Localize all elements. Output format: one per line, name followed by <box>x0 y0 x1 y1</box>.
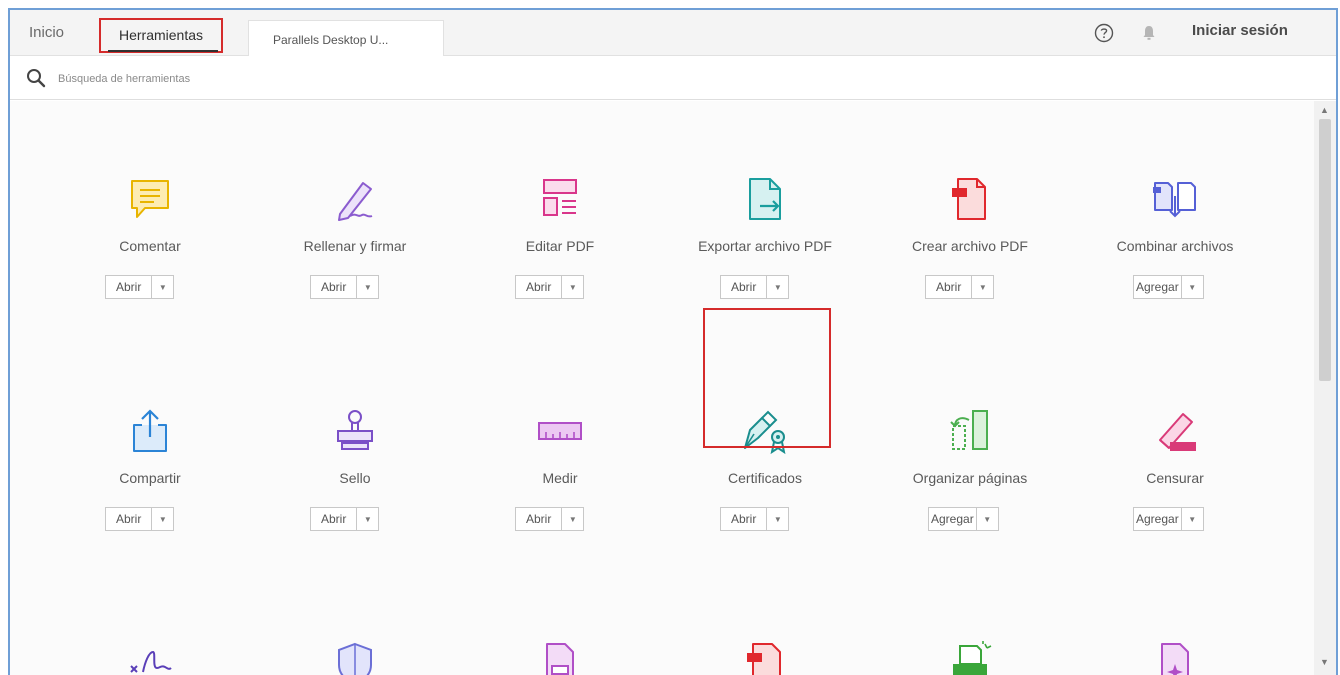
search-icon <box>27 69 46 88</box>
signature-icon[interactable] <box>125 638 175 675</box>
tool-combinar-archivos: Combinar archivos Agregar ▼ <box>1095 174 1255 344</box>
tool-button-group: Abrir ▼ <box>720 507 790 531</box>
sign-in-link[interactable]: Iniciar sesión <box>1192 22 1288 39</box>
chevron-down-icon[interactable]: ▼ <box>1180 276 1203 298</box>
certificate-pen-icon[interactable] <box>740 406 790 456</box>
chevron-down-icon[interactable]: ▼ <box>561 508 584 530</box>
tab-home[interactable]: Inicio <box>29 24 64 41</box>
edit-pdf-icon[interactable] <box>535 174 585 224</box>
tool-button-group: Agregar ▼ <box>928 507 999 531</box>
tool-certificados: Certificados Abrir ▼ <box>685 406 845 576</box>
chevron-down-icon[interactable]: ▼ <box>975 508 998 530</box>
ruler-icon[interactable] <box>535 406 585 456</box>
open-button[interactable]: Abrir <box>106 276 152 298</box>
scroll-up-icon[interactable]: ▲ <box>1320 105 1329 115</box>
chevron-down-icon[interactable]: ▼ <box>356 508 379 530</box>
bell-icon[interactable] <box>1139 23 1159 43</box>
tool-button-group: Agregar ▼ <box>1133 275 1204 299</box>
chevron-down-icon[interactable]: ▼ <box>971 276 994 298</box>
add-button[interactable]: Agregar <box>929 508 976 530</box>
tool-button-group: Abrir ▼ <box>515 275 585 299</box>
app-window: Inicio Herramientas Parallels Desktop U.… <box>8 8 1338 675</box>
organize-pages-icon[interactable] <box>945 406 995 456</box>
tool-button-group: Abrir ▼ <box>515 507 585 531</box>
open-button[interactable]: Abrir <box>516 508 562 530</box>
tool-compartir: Compartir Abrir ▼ <box>70 406 230 576</box>
tool-name: Editar PDF <box>525 238 595 254</box>
tool-name: Sello <box>339 470 371 486</box>
pdf-document-icon[interactable] <box>740 638 790 675</box>
open-button[interactable]: Abrir <box>311 276 357 298</box>
combine-files-icon[interactable] <box>1150 174 1200 224</box>
chevron-down-icon[interactable]: ▼ <box>561 276 584 298</box>
open-button[interactable]: Abrir <box>721 276 767 298</box>
rich-media-icon[interactable] <box>1150 638 1200 675</box>
tool-name: Organizar páginas <box>912 470 1028 486</box>
help-icon[interactable] <box>1093 22 1115 44</box>
add-button[interactable]: Agregar <box>1134 508 1181 530</box>
vertical-scrollbar[interactable]: ▲ ▼ <box>1314 101 1336 675</box>
export-pdf-icon[interactable] <box>740 174 790 224</box>
tool-name: Medir <box>542 470 578 486</box>
tool-search-input[interactable] <box>58 68 458 90</box>
tool-exportar-pdf: Exportar archivo PDF Abrir ▼ <box>685 174 845 344</box>
tool-organizar-paginas: Organizar páginas Agregar ▼ <box>890 406 1050 576</box>
chevron-down-icon[interactable]: ▼ <box>766 508 789 530</box>
tool-name: Combinar archivos <box>1116 238 1234 254</box>
tool-button-group: Abrir ▼ <box>720 275 790 299</box>
tab-document[interactable]: Parallels Desktop U... <box>248 20 444 56</box>
chevron-down-icon[interactable]: ▼ <box>766 276 789 298</box>
tool-name: Exportar archivo PDF <box>698 238 832 254</box>
open-button[interactable]: Abrir <box>721 508 767 530</box>
add-button[interactable]: Agregar <box>1134 276 1181 298</box>
tools-grid: Comentar Abrir ▼ Rellenar y firmar Abrir… <box>10 101 1314 675</box>
tool-rellenar-firmar: Rellenar y firmar Abrir ▼ <box>275 174 435 344</box>
chevron-down-icon[interactable]: ▼ <box>151 276 174 298</box>
tool-button-group: Abrir ▼ <box>310 507 380 531</box>
stamp-icon[interactable] <box>330 406 380 456</box>
tool-name: Comentar <box>119 238 181 254</box>
open-button[interactable]: Abrir <box>106 508 152 530</box>
tool-button-group: Abrir ▼ <box>310 275 380 299</box>
comment-icon[interactable] <box>125 174 175 224</box>
share-icon[interactable] <box>125 406 175 456</box>
tool-name: Rellenar y firmar <box>303 238 407 254</box>
document-optimize-icon[interactable] <box>535 638 585 675</box>
chevron-down-icon[interactable]: ▼ <box>151 508 174 530</box>
fill-sign-icon[interactable] <box>330 174 380 224</box>
shield-icon[interactable] <box>330 638 380 675</box>
print-production-icon[interactable] <box>945 638 995 675</box>
tool-sello: Sello Abrir ▼ <box>275 406 435 576</box>
open-button[interactable]: Abrir <box>926 276 972 298</box>
open-button[interactable]: Abrir <box>516 276 562 298</box>
tool-button-group: Abrir ▼ <box>105 275 175 299</box>
scroll-down-icon[interactable]: ▼ <box>1320 657 1329 667</box>
tab-tools[interactable]: Herramientas <box>99 18 223 53</box>
top-bar: Inicio Herramientas Parallels Desktop U.… <box>10 10 1336 56</box>
tool-button-group: Abrir ▼ <box>925 275 995 299</box>
scrollbar-thumb[interactable] <box>1319 119 1331 381</box>
redact-icon[interactable] <box>1150 406 1200 456</box>
tool-comentar: Comentar Abrir ▼ <box>70 174 230 344</box>
chevron-down-icon[interactable]: ▼ <box>1180 508 1203 530</box>
active-tab-indicator <box>108 50 218 52</box>
tool-name: Certificados <box>728 470 802 486</box>
tool-button-group: Agregar ▼ <box>1133 507 1204 531</box>
tool-name: Crear archivo PDF <box>912 238 1028 254</box>
tool-name: Censurar <box>1146 470 1204 486</box>
create-pdf-icon[interactable] <box>945 174 995 224</box>
tool-censurar: Censurar Agregar ▼ <box>1095 406 1255 576</box>
tool-crear-pdf: Crear archivo PDF Abrir ▼ <box>890 174 1050 344</box>
tool-name: Compartir <box>119 470 181 486</box>
chevron-down-icon[interactable]: ▼ <box>356 276 379 298</box>
tool-button-group: Abrir ▼ <box>105 507 175 531</box>
search-bar <box>10 56 1336 100</box>
tool-medir: Medir Abrir ▼ <box>480 406 640 576</box>
tool-editar-pdf: Editar PDF Abrir ▼ <box>480 174 640 344</box>
open-button[interactable]: Abrir <box>311 508 357 530</box>
